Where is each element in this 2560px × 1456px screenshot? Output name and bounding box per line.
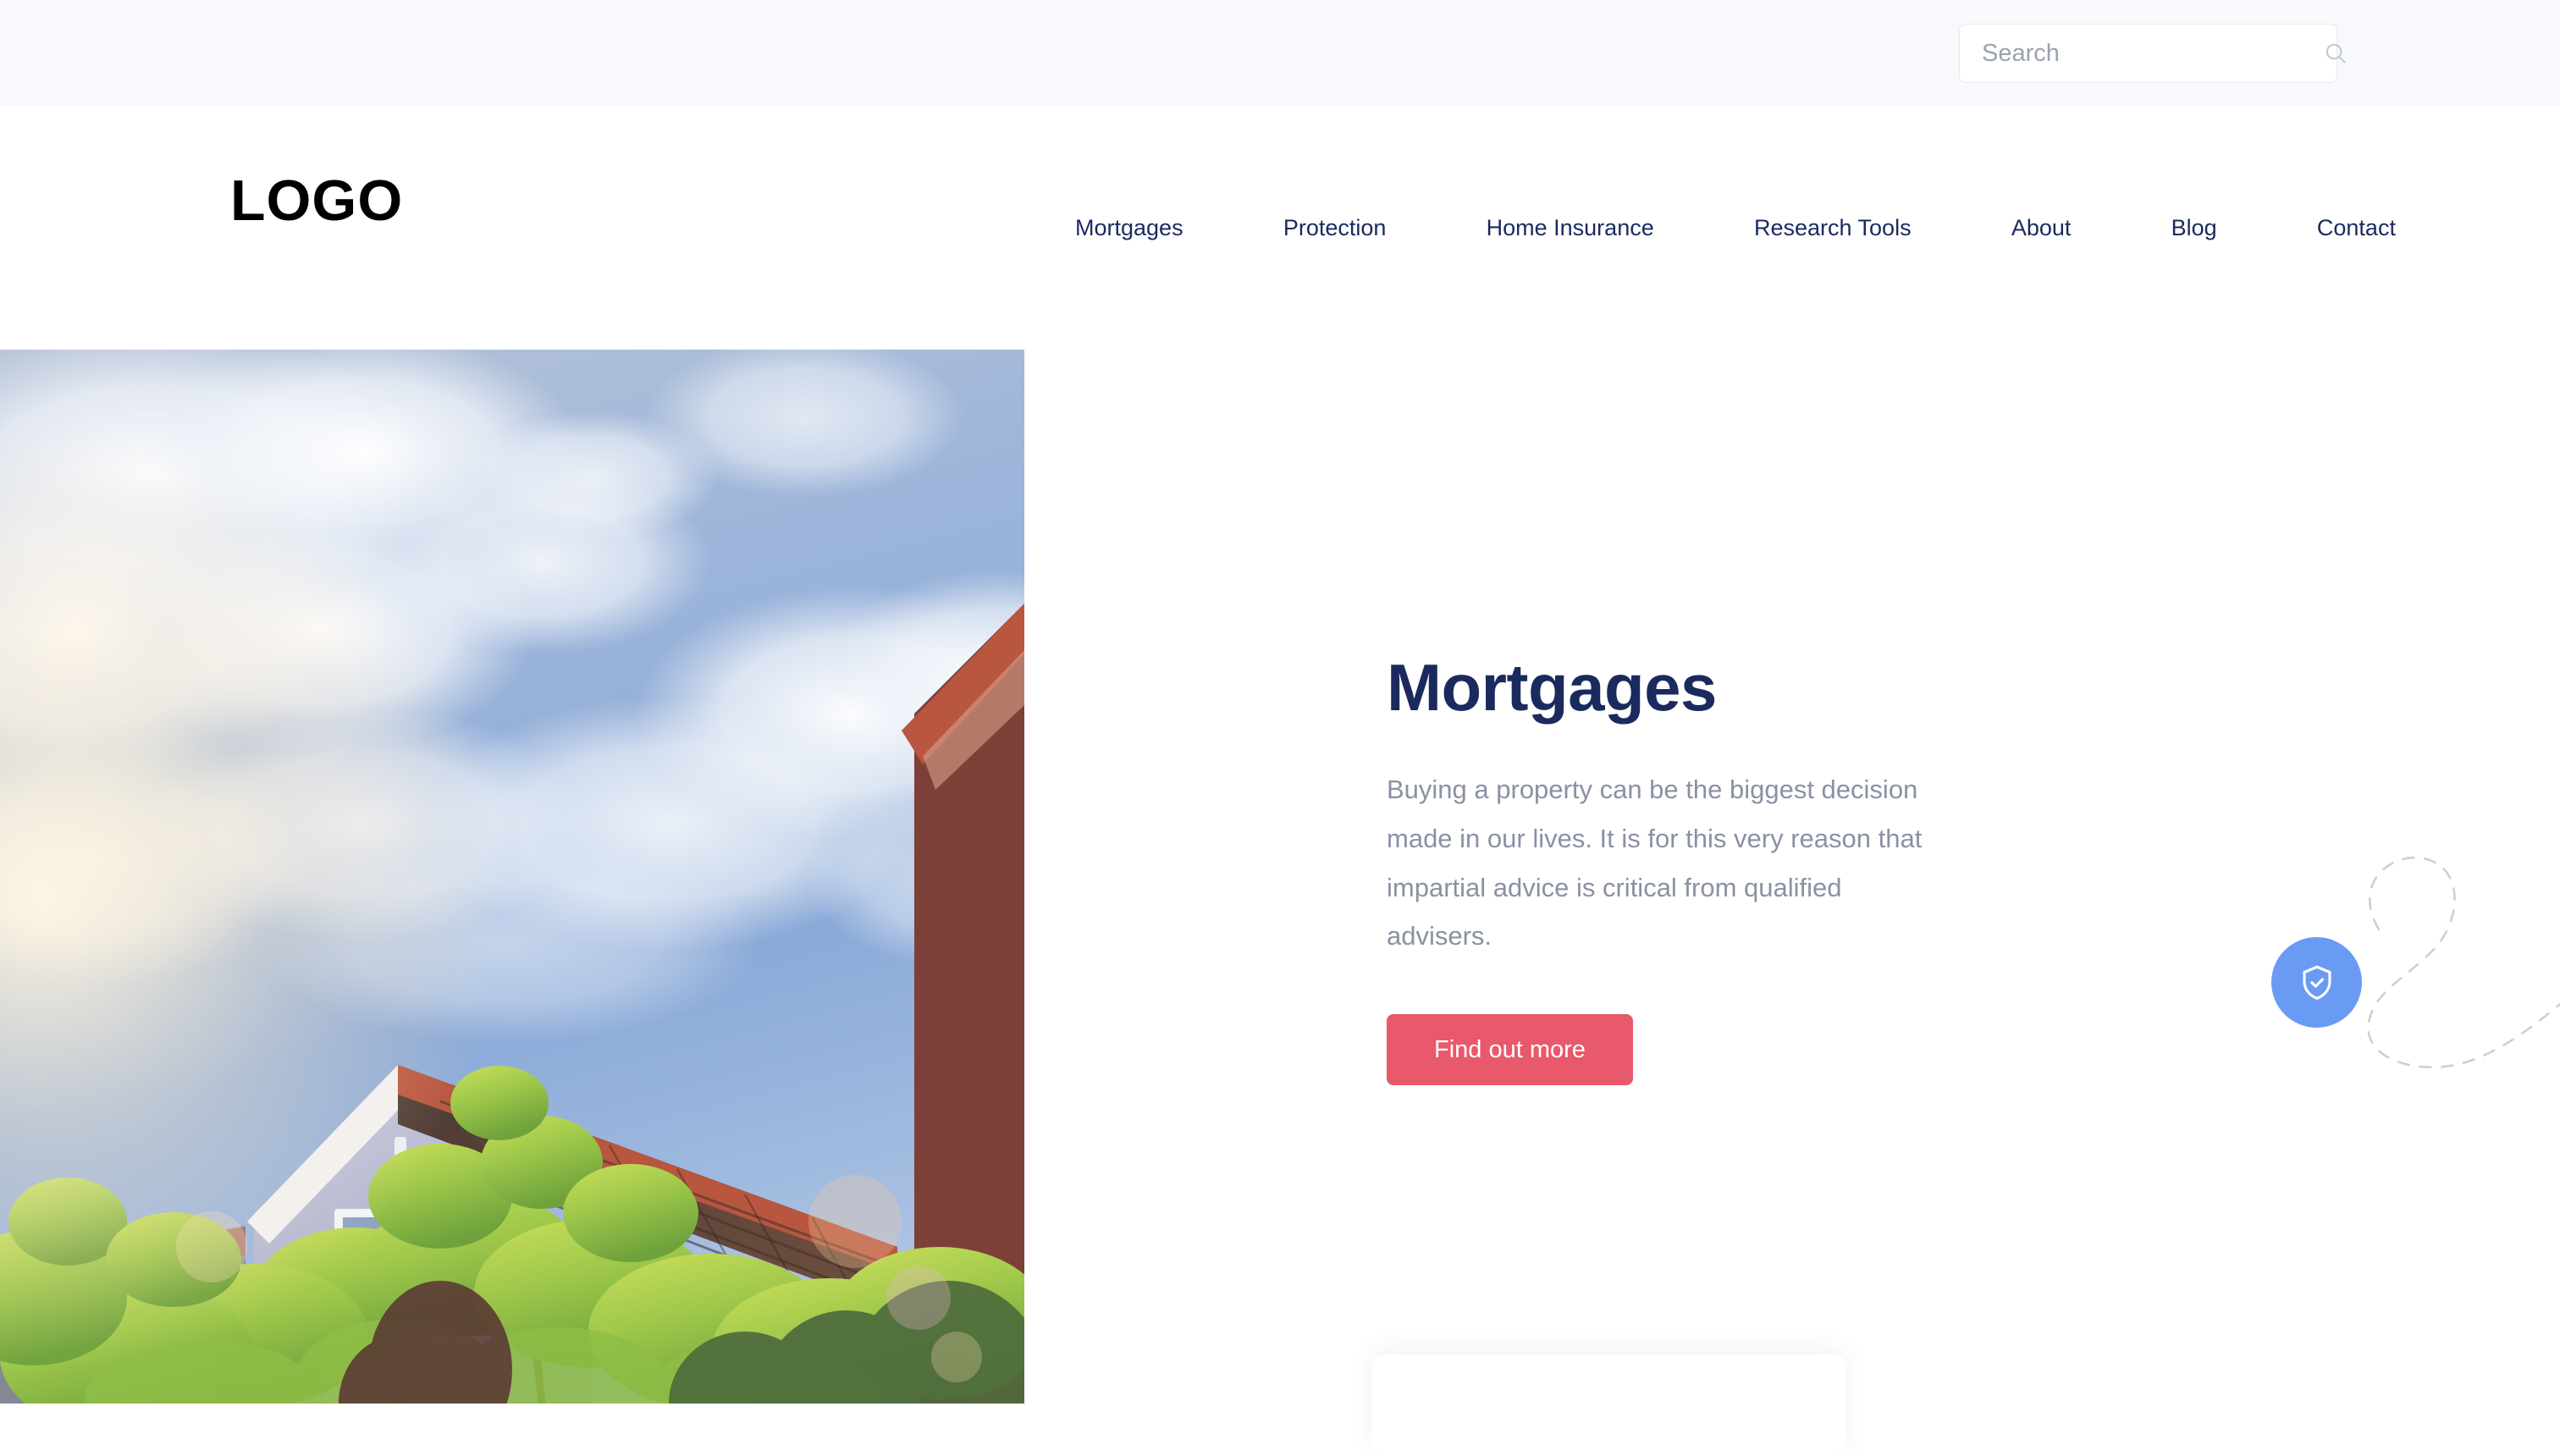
hero-description: Buying a property can be the biggest dec… — [1387, 775, 1923, 951]
nav-item-protection[interactable]: Protection — [1283, 215, 1387, 241]
top-utility-bar — [0, 0, 2560, 107]
site-logo[interactable]: LOGO — [230, 172, 403, 229]
site-header: LOGO Mortgages Protection Home Insurance… — [0, 107, 2560, 350]
nav-item-blog[interactable]: Blog — [2171, 215, 2217, 241]
find-out-more-button[interactable]: Find out more — [1387, 1013, 1633, 1085]
nav-item-mortgages[interactable]: Mortgages — [1075, 215, 1183, 241]
search-box[interactable] — [1959, 24, 2346, 83]
shield-check-icon — [2302, 965, 2331, 1000]
nav-item-about[interactable]: About — [2011, 215, 2072, 241]
nav-item-research-tools[interactable]: Research Tools — [1754, 215, 1912, 241]
hero-image — [0, 350, 1024, 1404]
hero-content: Mortgages Buying a property can be the b… — [1387, 652, 1979, 1085]
search-input[interactable] — [1960, 25, 2323, 82]
page-title: Mortgages — [1387, 650, 1717, 725]
content-card-edge — [1371, 1354, 1846, 1456]
decorative-dashed-curve — [2345, 847, 2560, 1092]
main-navigation: Mortgages Protection Home Insurance Rese… — [1075, 107, 2396, 350]
search-icon[interactable] — [2323, 25, 2359, 82]
nav-item-home-insurance[interactable]: Home Insurance — [1487, 215, 1654, 241]
shield-check-badge[interactable] — [2271, 937, 2362, 1028]
nav-item-contact[interactable]: Contact — [2317, 215, 2396, 241]
